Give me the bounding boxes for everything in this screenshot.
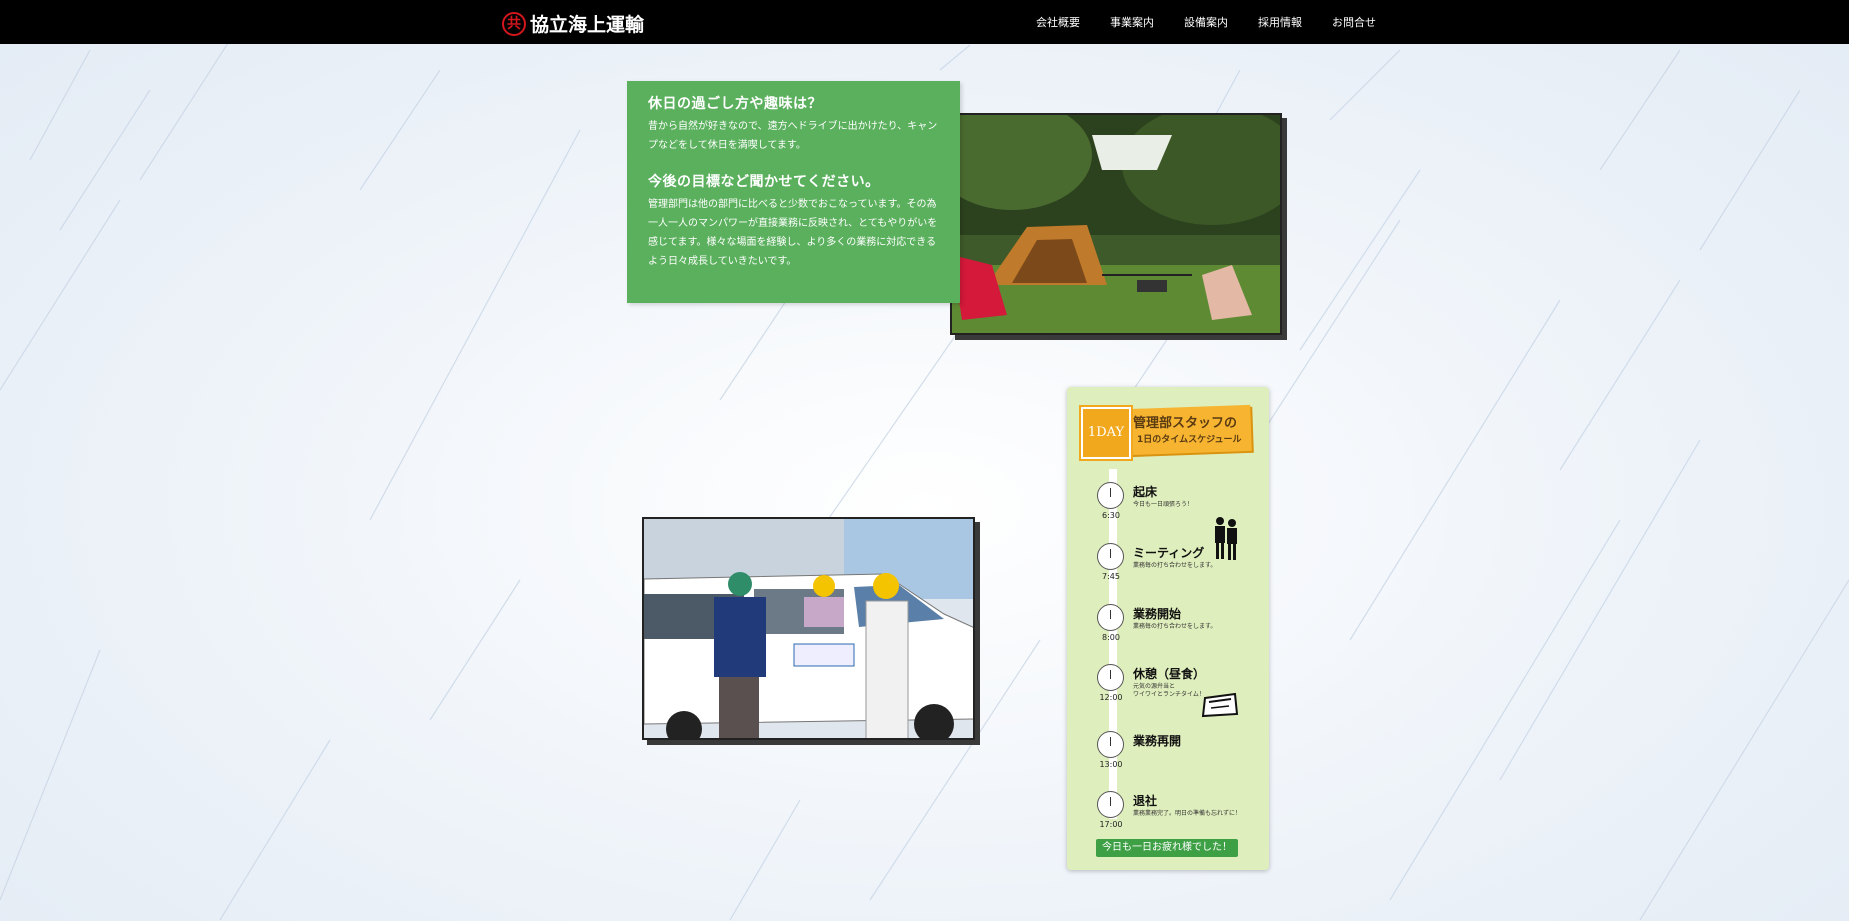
schedule-item-title: ミーティング	[1133, 546, 1205, 560]
schedule-time: 17:00	[1099, 820, 1123, 829]
schedule-time: 7:45	[1102, 572, 1120, 581]
schedule-item-note: 業務毎の打ち合わせをします。	[1133, 562, 1217, 569]
main-nav: 会社概要 事業案内 設備案内 採用情報 お問合せ	[1036, 14, 1406, 30]
question-goal: 今後の目標など聞かせてください。	[648, 174, 880, 190]
schedule-time: 12:00	[1099, 693, 1123, 702]
nav-item-facilities[interactable]: 設備案内	[1184, 14, 1228, 30]
schedule-item-note: 業務毎の打ち合わせをします。	[1133, 623, 1217, 630]
schedule-item-title: 起床	[1133, 485, 1158, 499]
schedule-time: 6:30	[1102, 511, 1120, 520]
clock-icon	[1097, 604, 1124, 631]
site-header: 共 協立海上運輸 会社概要 事業案内 設備案内 採用情報 お問合せ	[0, 0, 1849, 44]
schedule-item-title: 業務再開	[1133, 734, 1182, 748]
camping-photo	[950, 113, 1282, 335]
clock-icon	[1097, 791, 1124, 818]
schedule-subtitle: 1日のタイムスケジュール	[1137, 435, 1242, 445]
one-day-badge: 1DAY	[1079, 405, 1133, 461]
qa-box: 休日の過ごし方や趣味は？ 昔から自然が好きなので、遠方へドライブに出かけたり、キ…	[627, 81, 960, 303]
daily-schedule-card: 1DAY 管理部スタッフの 1日のタイムスケジュール 6:30 起床 今日も一日…	[1067, 387, 1269, 870]
schedule-item-note: 元気の源弁当と ワイワイとランチタイム！	[1133, 683, 1205, 698]
schedule-item-note: 今日も一日頑張ろう！	[1133, 501, 1194, 508]
nav-item-business[interactable]: 事業案内	[1110, 14, 1154, 30]
meeting-people-icon	[1215, 517, 1237, 560]
schedule-time: 8:00	[1102, 633, 1120, 642]
schedule-header: 1DAY 管理部スタッフの 1日のタイムスケジュール	[1079, 403, 1255, 463]
logo-mark-icon: 共	[502, 11, 526, 36]
answer-goal: 管理部門は他の部門に比べると少数でおこなっています。その為一人一人のマンパワーが…	[648, 199, 938, 267]
schedule-item-title: 休憩（昼食）	[1133, 667, 1206, 681]
lunch-box-icon	[1201, 692, 1239, 718]
clock-icon	[1097, 664, 1124, 691]
answer-holiday: 昔から自然が好きなので、遠方へドライブに出かけたり、キャンプなどをして休日を満喫…	[648, 121, 938, 151]
question-holiday: 休日の過ごし方や趣味は？	[648, 96, 822, 112]
nav-item-company[interactable]: 会社概要	[1036, 14, 1080, 30]
good-work-banner: 今日も一日お疲れ様でした！	[1096, 839, 1238, 857]
logo-text: 協立海上運輸	[530, 14, 645, 36]
work-van-photo	[642, 517, 975, 740]
nav-item-recruit[interactable]: 採用情報	[1258, 14, 1302, 30]
schedule-item-title: 退社	[1133, 794, 1158, 808]
clock-icon	[1097, 543, 1124, 570]
schedule-item-title: 業務開始	[1133, 607, 1182, 621]
schedule-item-note: 業務業務完了。明日の準備も忘れずに！	[1133, 810, 1242, 817]
schedule-time: 13:00	[1099, 760, 1123, 769]
nav-item-contact[interactable]: お問合せ	[1332, 14, 1376, 30]
site-logo[interactable]: 共 協立海上運輸	[502, 10, 644, 37]
clock-icon	[1097, 731, 1124, 758]
clock-icon	[1097, 482, 1124, 509]
schedule-title: 管理部スタッフの	[1133, 416, 1238, 431]
